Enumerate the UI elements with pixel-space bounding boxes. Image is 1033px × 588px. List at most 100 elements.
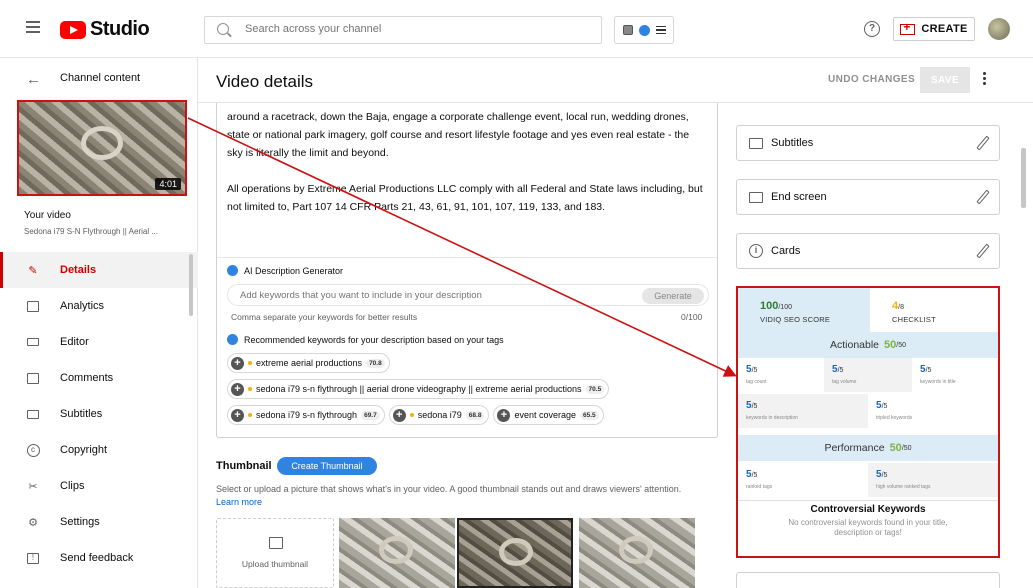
sidebar-item-settings[interactable]: ⚙ Settings: [0, 504, 198, 540]
vidiq-icon[interactable]: [638, 24, 650, 36]
keyword-score: 68.8: [465, 410, 485, 420]
search-box[interactable]: [204, 16, 602, 44]
keyword-score: 70.5: [585, 384, 605, 394]
pencil-icon[interactable]: [976, 243, 990, 259]
generate-button[interactable]: Generate: [642, 288, 704, 304]
subtitles-icon: [749, 138, 763, 149]
sidebar-item-label: Settings: [60, 516, 100, 528]
status-dot-icon: [409, 413, 414, 417]
subtitles-card[interactable]: Subtitles: [736, 125, 1000, 161]
your-video-label: Your video: [24, 210, 71, 221]
feedback-icon: !: [26, 552, 40, 564]
sidebar-item-editor[interactable]: Editor: [0, 324, 198, 360]
tab-checklist[interactable]: 4/8 CHECKLIST: [870, 288, 998, 332]
actionable-label: Actionable: [829, 339, 880, 351]
search-input[interactable]: [245, 23, 585, 35]
add-icon[interactable]: +: [392, 408, 406, 422]
status-dot-icon: [248, 361, 252, 365]
keyword-text: sedona i79 s-n flythrough: [256, 410, 358, 420]
save-button[interactable]: SAVE: [920, 67, 970, 93]
recommended-keywords-label: Recommended keywords for your descriptio…: [244, 334, 504, 345]
roundabout-image: [499, 538, 533, 566]
undo-changes-button[interactable]: UNDO CHANGES: [828, 74, 915, 85]
studio-logo[interactable]: Studio: [60, 18, 150, 41]
vidiq-icon: [227, 265, 238, 276]
thumbnail-title: Thumbnail: [216, 460, 272, 472]
keyword-text: extreme aerial productions: [256, 358, 363, 368]
create-video-icon: [900, 20, 916, 35]
help-icon[interactable]: ?: [864, 21, 880, 37]
extension-image-icon[interactable]: [622, 25, 633, 35]
menu-icon[interactable]: [26, 21, 40, 33]
list-icon[interactable]: [655, 26, 666, 34]
page-title: Video details: [216, 72, 314, 91]
ai-generator-label: AI Description Generator: [244, 265, 344, 276]
video-thumbnail[interactable]: 4:01: [17, 100, 187, 196]
description-paragraph-2: All operations by Extreme Aerial Product…: [227, 183, 703, 213]
description-box: around a racetrack, down the Baja, engag…: [216, 103, 718, 438]
divider: [217, 257, 717, 258]
back-label: Channel content: [60, 72, 141, 84]
vidiq-seo-panel: 100/100 VIDIQ SEO SCORE 4/8 CHECKLIST Ac…: [736, 286, 1000, 558]
metric-keywords-in-description: 5/5 keywords in description: [738, 394, 868, 428]
keyword-input-box[interactable]: Generate: [227, 284, 709, 306]
seo-score-label: VIDIQ SEO SCORE: [760, 315, 831, 324]
add-icon[interactable]: +: [231, 408, 244, 422]
sidebar-item-subtitles[interactable]: Subtitles: [0, 396, 198, 432]
sidebar-item-analytics[interactable]: Analytics: [0, 288, 198, 324]
thumbnail-option-2[interactable]: [457, 518, 573, 588]
keyword-chip[interactable]: + sedona i79 68.8: [388, 405, 490, 425]
description-textarea[interactable]: around a racetrack, down the Baja, engag…: [227, 108, 707, 234]
keyword-chip[interactable]: + event coverage 65.5: [493, 405, 604, 425]
sidebar-item-details[interactable]: ✎ Details: [0, 252, 198, 288]
upload-thumbnail-label: Upload thumbnail: [241, 559, 309, 569]
keyword-input[interactable]: [240, 290, 620, 301]
add-icon[interactable]: +: [231, 382, 244, 396]
recommended-keywords-title: Recommended keywords for your descriptio…: [227, 334, 504, 345]
subtitles-icon: [26, 408, 40, 420]
end-screen-card[interactable]: End screen: [736, 179, 1000, 215]
extension-toolbar[interactable]: [614, 16, 674, 44]
next-card[interactable]: [736, 572, 1000, 588]
video-name[interactable]: Sedona i79 S-N Flythrough || Aerial ...: [24, 227, 158, 236]
create-thumbnail-button[interactable]: Create Thumbnail: [277, 457, 377, 475]
account-avatar[interactable]: [988, 18, 1010, 40]
more-options-icon[interactable]: [983, 72, 986, 86]
back-to-channel-content[interactable]: ← Channel content: [0, 58, 198, 98]
card-label: End screen: [771, 191, 827, 203]
add-icon[interactable]: +: [497, 408, 511, 422]
pencil-icon[interactable]: [976, 189, 990, 205]
add-icon[interactable]: +: [231, 356, 244, 370]
tab-seo-score[interactable]: 100/100 VIDIQ SEO SCORE: [738, 288, 870, 332]
image-add-icon: [269, 537, 283, 549]
back-arrow-icon[interactable]: ←: [26, 71, 41, 88]
sidebar-item-comments[interactable]: Comments: [0, 360, 198, 396]
sidebar-scrollbar[interactable]: [189, 254, 193, 316]
checklist-score: 4/8: [892, 300, 904, 312]
upload-thumbnail-button[interactable]: Upload thumbnail: [216, 518, 334, 588]
content-scrollbar[interactable]: [1021, 148, 1026, 208]
metric-keywords-in-title: 5/5 keywords in title: [920, 364, 956, 385]
actionable-score: 50: [884, 339, 897, 351]
info-icon: i: [749, 244, 763, 258]
cards-card[interactable]: i Cards: [736, 233, 1000, 269]
thumbnail-option-1[interactable]: [339, 518, 455, 588]
keyword-text: sedona i79 s-n flythrough || aerial dron…: [256, 384, 582, 394]
sidebar-item-copyright[interactable]: c Copyright: [0, 432, 198, 468]
learn-more-link[interactable]: Learn more: [216, 497, 262, 507]
thumbnail-option-3[interactable]: [579, 518, 695, 588]
sidebar-item-send-feedback[interactable]: ! Send feedback: [0, 540, 198, 576]
metric-tripled-keywords: 5/5 tripled keywords: [876, 400, 913, 421]
keyword-chip[interactable]: + extreme aerial productions 70.8: [227, 353, 390, 373]
vidiq-icon: [227, 334, 238, 345]
keyword-hint: Comma separate your keywords for better …: [231, 312, 418, 322]
pencil-icon[interactable]: [976, 135, 990, 151]
logo-text: Studio: [90, 18, 150, 40]
gear-icon: ⚙: [28, 516, 38, 529]
sidebar-item-clips[interactable]: ✂ Clips: [0, 468, 198, 504]
thumbnail-description-text: Select or upload a picture that shows wh…: [216, 484, 682, 494]
create-button[interactable]: CREATE: [893, 17, 975, 41]
keyword-chip[interactable]: + sedona i79 s-n flythrough || aerial dr…: [227, 379, 610, 399]
keyword-chip[interactable]: + sedona i79 s-n flythrough 69.7: [227, 405, 385, 425]
keyword-score: 65.5: [579, 410, 599, 420]
